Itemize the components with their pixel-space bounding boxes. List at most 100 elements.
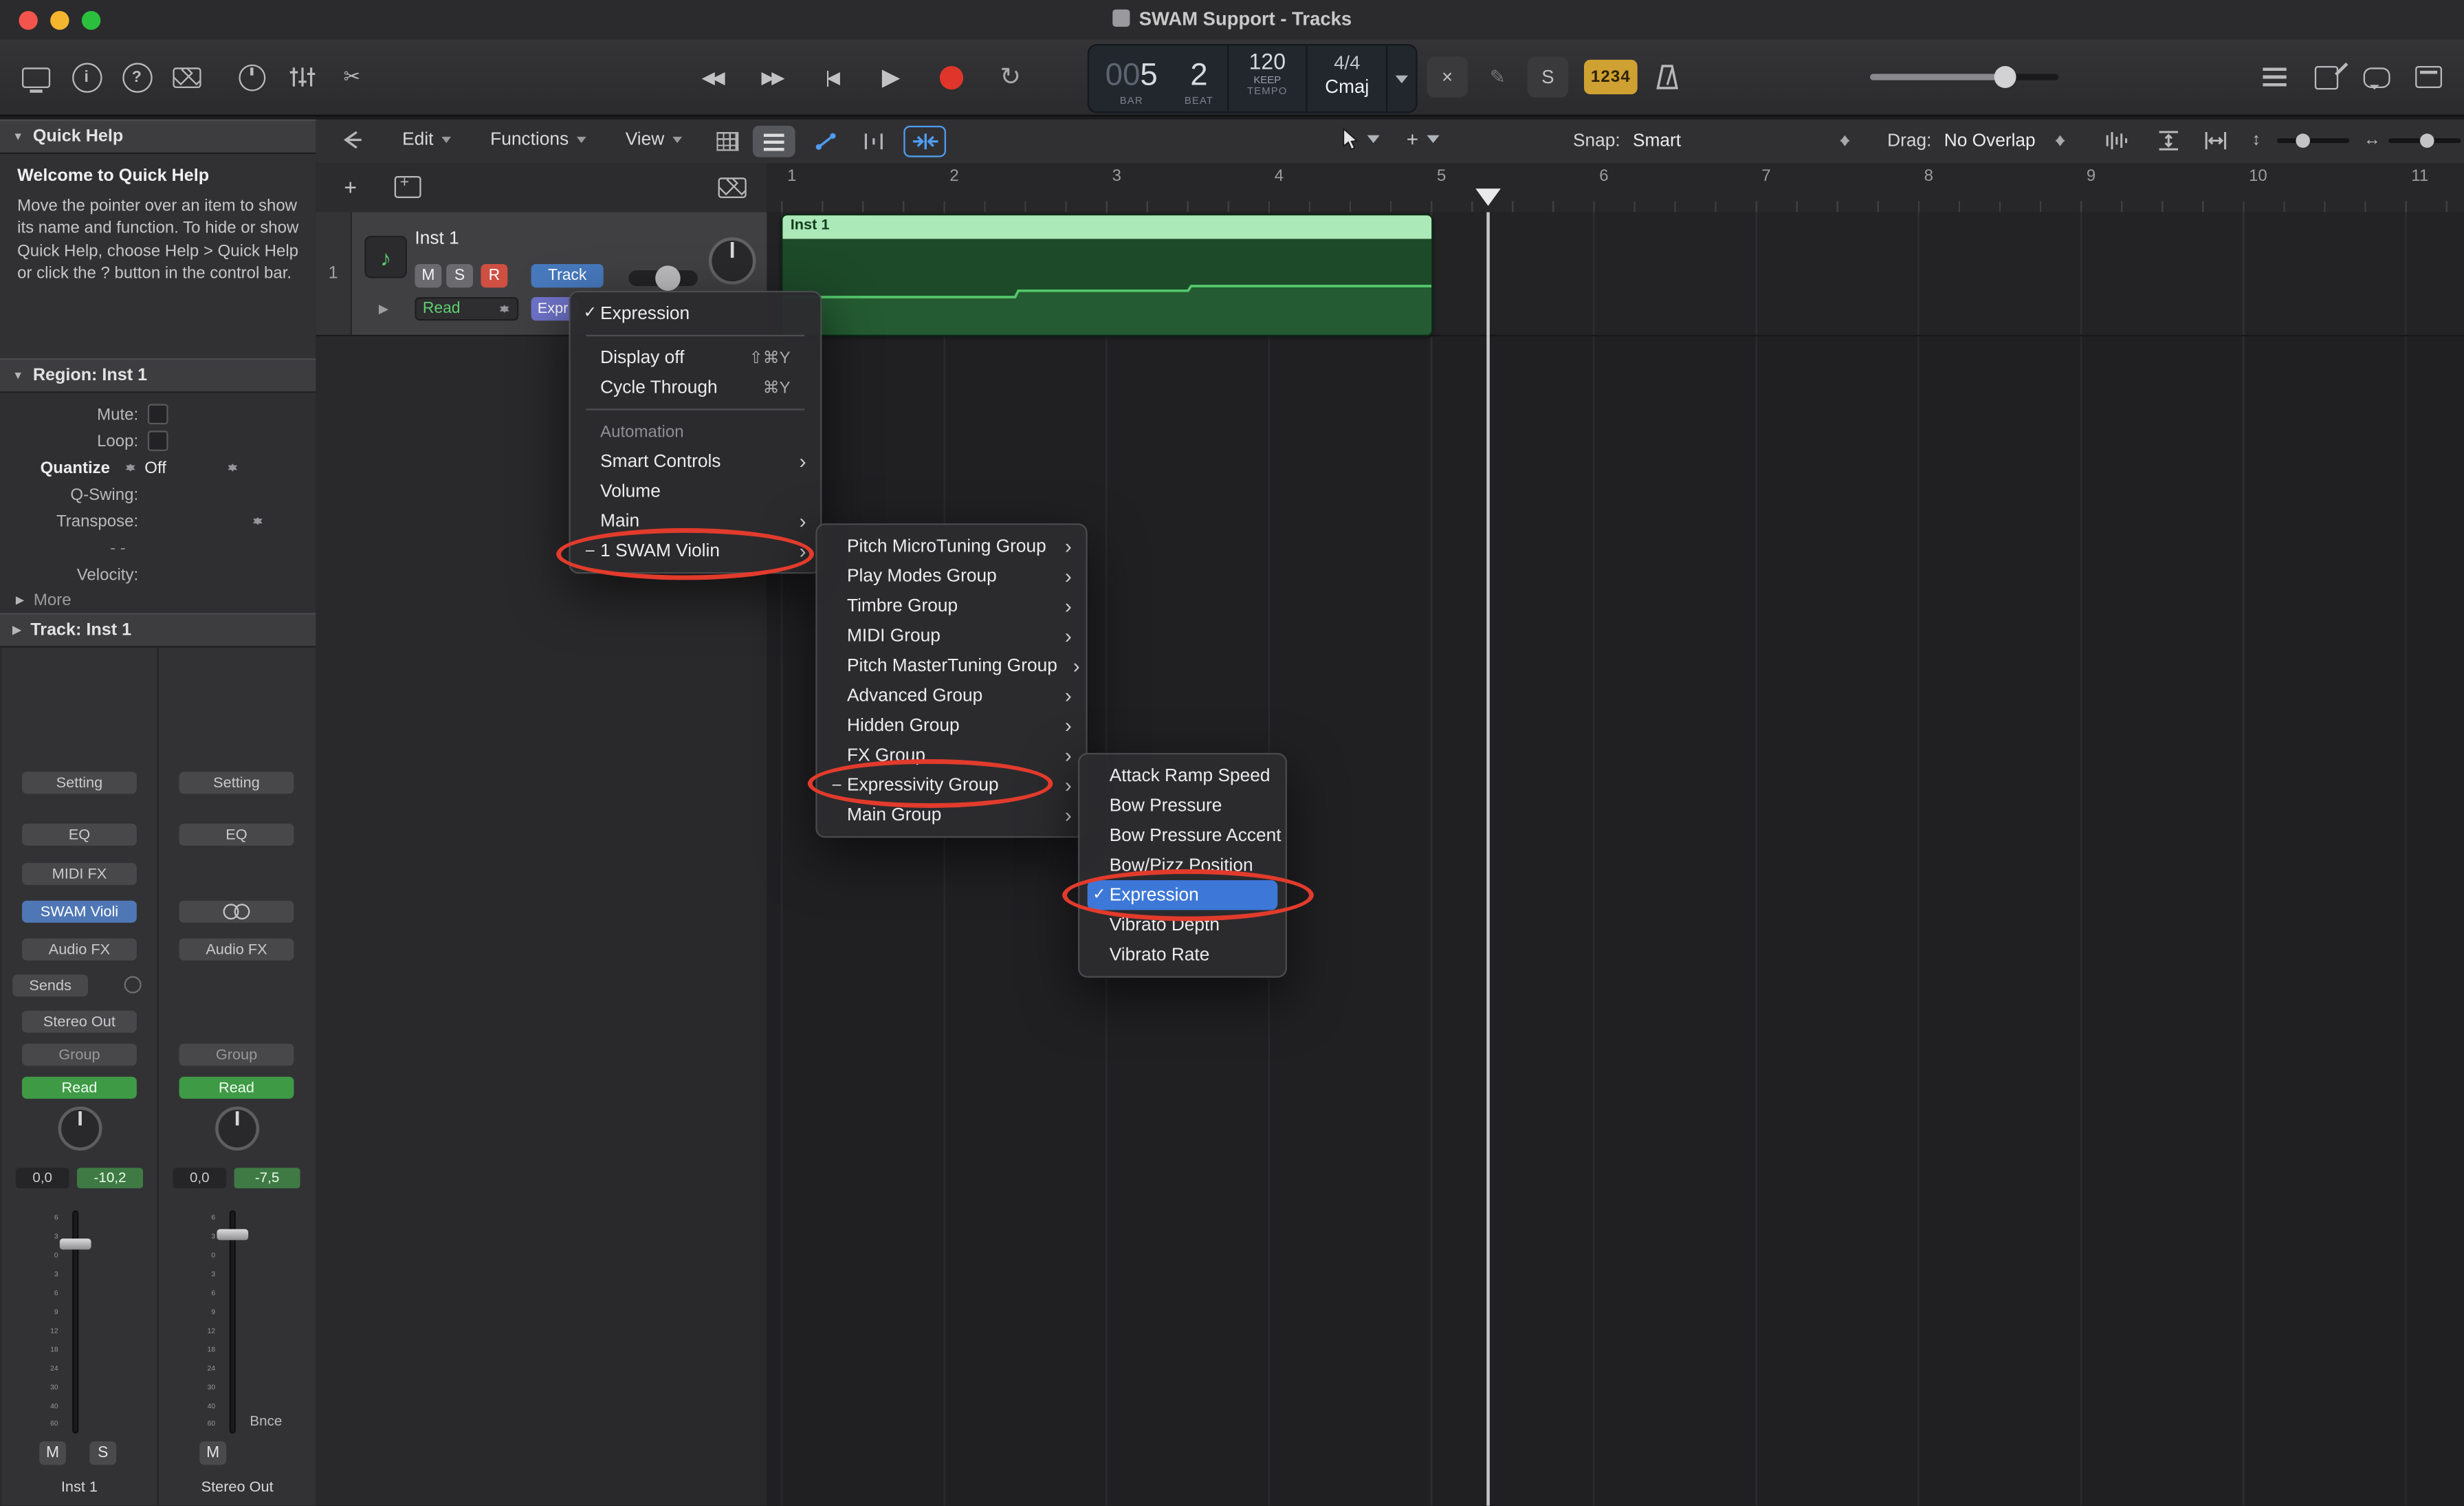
list-editors-button[interactable] xyxy=(2254,56,2294,97)
drag-control[interactable]: Drag: No Overlap xyxy=(1887,131,2069,151)
rewind-button[interactable]: ◀◀ xyxy=(688,55,736,99)
editors-button[interactable]: ✂ xyxy=(331,56,372,97)
menu-item[interactable] xyxy=(586,408,805,411)
menu-item[interactable] xyxy=(586,334,805,337)
automation-mode-button[interactable]: Read xyxy=(179,1076,294,1099)
track-view-button[interactable] xyxy=(752,125,795,157)
menu-item[interactable]: Timbre Group › xyxy=(817,591,1086,620)
playhead[interactable] xyxy=(1486,212,1489,1506)
transpose-stepper[interactable] xyxy=(252,512,264,530)
master-volume-slider[interactable] xyxy=(1869,65,2059,88)
smart-controls-button[interactable] xyxy=(231,56,272,97)
midi-fx-slot[interactable]: MIDI FX xyxy=(21,862,137,885)
snap-stepper[interactable] xyxy=(1838,131,1853,151)
lcd-options-button[interactable] xyxy=(1387,45,1416,111)
menu-item[interactable]: ✓ Expression xyxy=(571,298,820,328)
horizontal-auto-zoom-button[interactable] xyxy=(2205,131,2227,156)
menu-item[interactable]: Attack Ramp Speed xyxy=(1079,761,1285,790)
volume-fader[interactable]: 6 3 0 3 6 9 12 18 24 30 40 60 xyxy=(159,1210,316,1434)
format-button[interactable] xyxy=(179,900,294,923)
menu-item[interactable]: Cycle Through ⌘Y xyxy=(571,373,820,402)
track-pan-knob[interactable] xyxy=(708,237,756,285)
inspector-button[interactable]: i xyxy=(66,56,107,97)
track-automation-scope-button[interactable]: Track xyxy=(531,263,604,288)
mixer-button[interactable] xyxy=(281,56,322,97)
midi-region-inst1[interactable]: Inst 1 xyxy=(780,213,1433,337)
lcd-display[interactable]: 005 BAR 2 BEAT 120 KEEP TEMPO 4/4 Cmaj xyxy=(1087,43,1418,113)
add-track-button[interactable]: + xyxy=(335,173,366,201)
eq-button[interactable]: EQ xyxy=(21,823,137,846)
track-mute-button[interactable]: M xyxy=(415,263,442,288)
quick-help-header[interactable]: ▼ Quick Help xyxy=(0,119,316,154)
sends-slot[interactable]: Sends xyxy=(12,974,88,997)
toolbar-toggle-button[interactable] xyxy=(166,56,207,97)
no-input-monitoring-button[interactable]: × xyxy=(1427,56,1468,98)
waveform-zoom-button[interactable] xyxy=(2104,131,2133,156)
snap-value[interactable]: Smart xyxy=(1633,131,1681,150)
mute-button[interactable]: M xyxy=(199,1441,227,1465)
track-record-enable-button[interactable]: R xyxy=(481,263,508,288)
automation-view-button[interactable] xyxy=(804,126,847,157)
volume-fader[interactable]: 6 3 0 3 6 9 12 18 24 30 40 60 xyxy=(1,1210,157,1434)
track-alternatives-button[interactable] xyxy=(714,173,751,201)
count-in-button[interactable]: 1234 xyxy=(1583,59,1638,95)
pan-value[interactable]: 0,0 xyxy=(173,1168,227,1188)
lane-area[interactable]: Inst 1 xyxy=(767,212,2464,1506)
midi-capture-button[interactable] xyxy=(338,129,363,158)
mute-checkbox[interactable] xyxy=(147,404,168,425)
quantize-stepper[interactable] xyxy=(124,459,137,476)
flex-button[interactable] xyxy=(852,126,894,157)
loop-checkbox[interactable] xyxy=(147,430,168,451)
playhead-handle[interactable] xyxy=(1475,188,1501,206)
region-inspector-header[interactable]: ▼ Region: Inst 1 xyxy=(0,358,316,393)
record-button[interactable] xyxy=(927,55,975,99)
pan-knob[interactable] xyxy=(57,1106,102,1151)
automation-mode-button[interactable]: Read xyxy=(21,1076,137,1099)
view-menu[interactable]: View xyxy=(626,131,682,149)
pointer-tool-menu[interactable] xyxy=(1341,127,1380,151)
cycle-button[interactable]: ↻ xyxy=(987,55,1034,99)
catch-playhead-button[interactable] xyxy=(903,125,946,157)
note-pads-button[interactable] xyxy=(2305,56,2346,97)
track-icon[interactable]: ♪ xyxy=(364,235,407,279)
snap-control[interactable]: Snap: Smart xyxy=(1573,131,1852,151)
quantize-menu-stepper[interactable] xyxy=(226,459,239,476)
send-knob[interactable] xyxy=(124,976,142,994)
setting-button[interactable]: Setting xyxy=(179,772,294,794)
menu-item[interactable]: Display off ⇧⌘Y xyxy=(571,342,820,372)
more-disclosure[interactable]: ▶ More xyxy=(0,588,316,613)
toggle-knob[interactable] xyxy=(655,265,681,291)
play-button[interactable]: ▶ xyxy=(868,55,915,99)
browsers-button[interactable] xyxy=(2408,56,2448,97)
disclosure-right-icon[interactable]: ▶ xyxy=(379,302,388,316)
drag-value[interactable]: No Overlap xyxy=(1944,131,2036,150)
balance-knob[interactable] xyxy=(215,1106,260,1151)
eq-button[interactable]: EQ xyxy=(179,823,294,846)
menu-item[interactable]: Bow Pressure xyxy=(1079,791,1285,820)
library-button[interactable] xyxy=(16,56,56,97)
metronome-button[interactable] xyxy=(1647,58,1687,96)
pencil-button[interactable]: ✎ xyxy=(1477,56,1518,97)
stop-button[interactable]: |◀ xyxy=(808,55,855,99)
fader-handle[interactable] xyxy=(59,1238,91,1250)
setting-button[interactable]: Setting xyxy=(21,772,137,794)
functions-menu[interactable]: Functions xyxy=(490,131,586,149)
track-inspector-header[interactable]: ▶ Track: Inst 1 xyxy=(0,613,316,648)
menu-item[interactable]: Play Modes Group › xyxy=(817,561,1086,591)
audio-fx-slot[interactable]: Audio FX xyxy=(21,938,137,961)
slider-handle[interactable] xyxy=(2296,133,2310,148)
forward-button[interactable]: ▶▶ xyxy=(748,55,795,99)
group-slot[interactable]: Group xyxy=(179,1043,294,1066)
vertical-zoom-slider[interactable] xyxy=(2276,133,2350,148)
menu-item[interactable]: Smart Controls › xyxy=(571,446,820,476)
pan-value[interactable]: 0,0 xyxy=(15,1168,69,1188)
mute-button[interactable]: M xyxy=(39,1441,66,1465)
grid-view-button[interactable] xyxy=(705,126,748,157)
quick-help-button[interactable]: ? xyxy=(116,56,157,97)
menu-item[interactable]: Volume xyxy=(571,477,820,506)
menu-item[interactable]: Bow Pressure Accent xyxy=(1079,820,1285,850)
bounce-button[interactable]: Bnce xyxy=(250,1413,282,1429)
slider-handle[interactable] xyxy=(2419,133,2434,148)
track-solo-button[interactable]: S xyxy=(446,263,473,288)
volume-value[interactable]: -7,5 xyxy=(234,1168,300,1188)
